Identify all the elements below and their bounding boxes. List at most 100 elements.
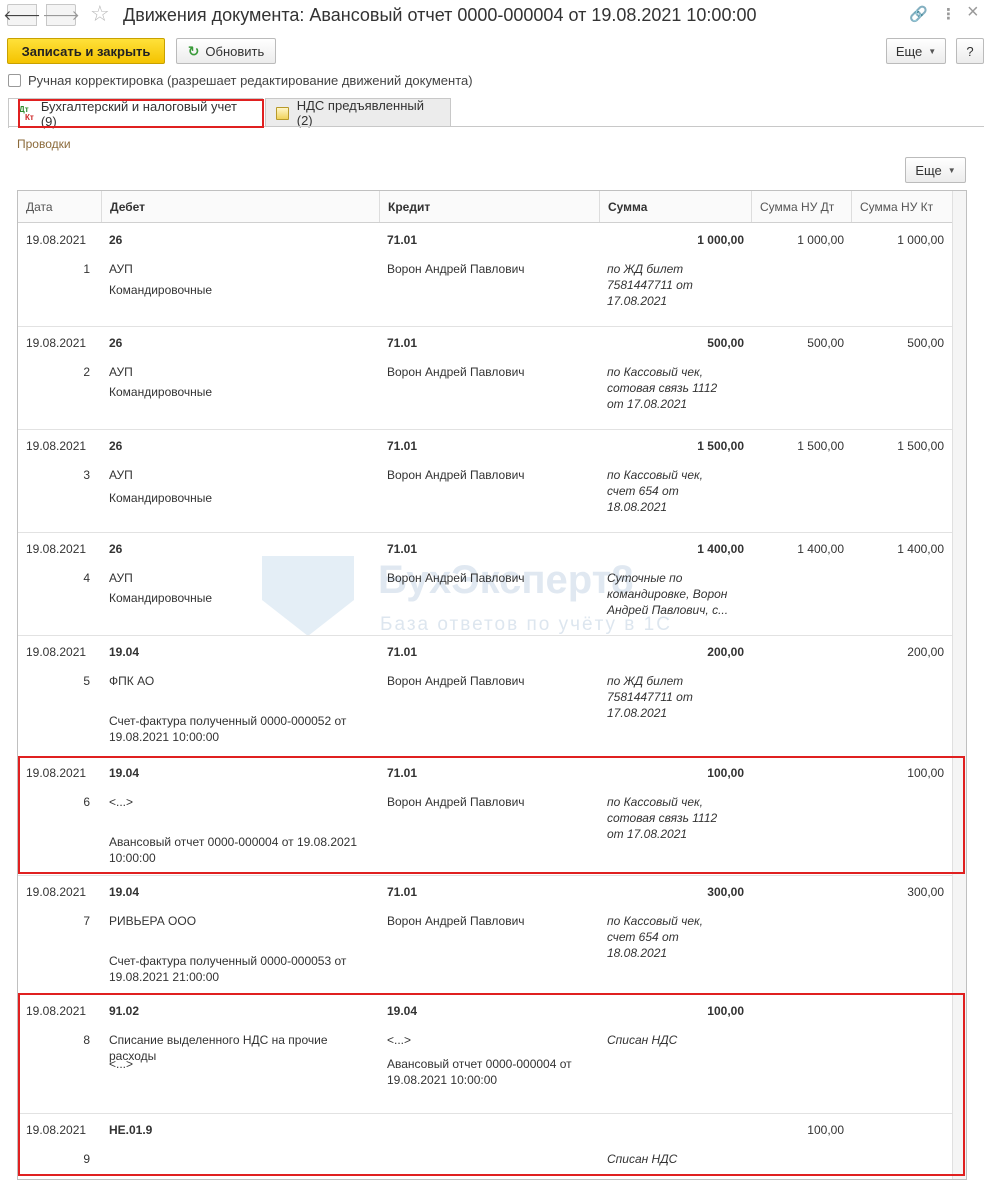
content-cell: по Кассовый чек, сотовая связь 1112 от 1… [607, 795, 718, 841]
debit-account: 26 [109, 439, 123, 453]
refresh-button[interactable]: ↻ Обновить [176, 38, 276, 64]
credit-subconto-1: Ворон Андрей Павлович [387, 571, 525, 585]
table-more-label: Еще [915, 162, 942, 178]
debit-subconto-1: ФПК АО [109, 674, 155, 688]
row-number: 6 [83, 795, 90, 809]
sum-nu-dt-cell: 100,00 [807, 1123, 844, 1137]
row-number: 2 [83, 365, 90, 379]
table-row[interactable]: 19.08.2021 5 19.04 ФПК АО Счет-фактура получ… [18, 636, 952, 757]
more-menu-icon[interactable]: ⋮ [941, 5, 956, 25]
credit-subconto-1: Ворон Андрей Павлович [387, 795, 525, 809]
table-row[interactable]: 19.08.2021 4 26 АУП Командировочные 71.01 Воро… [18, 533, 952, 636]
col-header-sum-nu-dt[interactable]: Сумма НУ Дт [752, 191, 852, 222]
dropdown-caret-icon: ▼ [947, 165, 956, 175]
table-more-button[interactable]: Еще ▼ [905, 157, 966, 183]
debit-account: 19.04 [109, 885, 140, 899]
manual-correction-checkbox[interactable] [8, 74, 21, 87]
link-icon[interactable]: 🔗 [909, 5, 928, 25]
debit-subconto-2: Счет-фактура полученный 0000-000053 от 1… [109, 954, 347, 984]
forward-arrow-icon[interactable]: 🡒 [42, 4, 80, 26]
sum-nu-dt-cell: 1 400,00 [797, 542, 844, 556]
date-cell: 19.08.2021 [26, 766, 87, 780]
debit-account: 19.04 [109, 645, 140, 659]
debit-account: 91.02 [109, 1004, 140, 1018]
row-number: 8 [83, 1033, 90, 1047]
sum-nu-kt-cell: 200,00 [907, 645, 944, 659]
save-and-close-button[interactable]: Записать и закрыть [7, 38, 165, 64]
debit-subconto-1: АУП [109, 468, 133, 482]
sum-cell: 100,00 [707, 766, 744, 780]
debit-subconto-2: Авансовый отчет 0000-000004 от 19.08.202… [109, 835, 358, 865]
postings-table[interactable]: Дата Дебет Кредит Сумма Сумма НУ Дт Сумм… [17, 190, 967, 1180]
row-number: 7 [83, 914, 90, 928]
row-number: 5 [83, 674, 90, 688]
sum-nu-kt-cell: 1 400,00 [897, 542, 944, 556]
date-cell: 19.08.2021 [26, 645, 87, 659]
credit-subconto-1: Ворон Андрей Павлович [387, 365, 525, 379]
debit-subconto-2: Командировочные [109, 591, 213, 605]
sum-nu-dt-cell: 1 500,00 [797, 439, 844, 453]
debit-account: 26 [109, 542, 123, 556]
credit-subconto-1: Ворон Андрей Павлович [387, 262, 525, 276]
credit-subconto-1: Ворон Андрей Павлович [387, 674, 525, 688]
content-cell: Суточные по командировке, Ворон Андрей П… [607, 571, 729, 617]
table-row[interactable]: 19.08.2021 1 26 АУП Командировочные 71.01 Воро… [18, 224, 952, 327]
credit-subconto-1: Ворон Андрей Павлович [387, 468, 525, 482]
content-cell: по ЖД билет 7581447711 от 17.08.2021 [607, 674, 693, 720]
content-cell: по ЖД билет 7581447711 от 17.08.2021 [607, 262, 693, 308]
content-cell: Списан НДС [607, 1033, 678, 1047]
content-cell: по Кассовый чек, счет 654 от 18.08.2021 [607, 468, 704, 514]
date-cell: 19.08.2021 [26, 1123, 87, 1137]
table-row[interactable]: 19.08.2021 7 19.04 РИВЬЕРА ООО Счет-фактура … [18, 876, 952, 995]
table-row[interactable]: 19.08.2021 3 26 АУП Командировочные 71.01 Воро… [18, 430, 952, 533]
sum-cell: 1 000,00 [697, 233, 744, 247]
debit-subconto-1: АУП [109, 571, 133, 585]
refresh-icon: ↻ [187, 42, 200, 59]
debit-subconto-2: Командировочные [109, 491, 213, 505]
col-header-credit[interactable]: Кредит [380, 191, 600, 222]
table-row[interactable]: 19.08.2021 2 26 АУП Командировочные 71.01 Воро… [18, 327, 952, 430]
sum-cell: 1 500,00 [697, 439, 744, 453]
debit-account: 26 [109, 233, 123, 247]
row-number: 9 [83, 1152, 90, 1166]
vertical-scrollbar[interactable] [952, 191, 966, 1179]
sum-cell: 1 400,00 [697, 542, 744, 556]
tab-accounting[interactable]: Дт Кт Бухгалтерский и налоговый учет (9) [8, 98, 263, 129]
dropdown-caret-icon: ▼ [928, 46, 937, 56]
content-cell: по Кассовый чек, счет 654 от 18.08.2021 [607, 914, 704, 960]
credit-account: 71.01 [387, 542, 418, 556]
sum-cell: 100,00 [707, 1004, 744, 1018]
sum-nu-dt-cell: 500,00 [807, 336, 844, 350]
tab-divider [8, 126, 984, 127]
debit-account: 26 [109, 336, 123, 350]
row-number: 3 [83, 468, 90, 482]
manual-correction-row[interactable]: Ручная корректировка (разрешает редактир… [8, 73, 473, 88]
debit-subconto-2: Командировочные [109, 385, 213, 399]
dt-kt-icon: Дт Кт [19, 104, 34, 122]
debit-subconto-1: РИВЬЕРА ООО [109, 914, 197, 928]
sum-nu-kt-cell: 1 000,00 [897, 233, 944, 247]
vat-register-icon [276, 106, 289, 120]
col-header-sum-nu-kt[interactable]: Сумма НУ Кт [852, 191, 952, 222]
col-header-date[interactable]: Дата [18, 191, 102, 222]
debit-subconto-2: Счет-фактура полученный 0000-000052 от 1… [109, 714, 347, 744]
back-arrow-icon[interactable]: 🡐 [3, 4, 41, 26]
help-button[interactable]: ? [956, 38, 984, 64]
col-header-sum[interactable]: Сумма [600, 191, 752, 222]
credit-account: 71.01 [387, 766, 418, 780]
help-label: ? [966, 43, 974, 59]
credit-subconto-1: <...> [387, 1033, 412, 1047]
col-header-debit[interactable]: Дебет [102, 191, 380, 222]
section-title: Проводки [17, 137, 71, 151]
close-icon[interactable]: × [967, 2, 979, 22]
credit-account: 19.04 [387, 1004, 418, 1018]
content-cell: по Кассовый чек, сотовая связь 1112 от 1… [607, 365, 718, 411]
favorite-star-icon[interactable]: ☆ [90, 2, 110, 26]
table-header: Дата Дебет Кредит Сумма Сумма НУ Дт Сумм… [18, 191, 952, 223]
table-row[interactable]: 19.08.2021 8 91.02 Списание выделенного НДС… [18, 995, 952, 1114]
more-button[interactable]: Еще ▼ [886, 38, 946, 64]
table-row[interactable]: 19.08.2021 6 19.04 <...> Авансовый отчет 000… [18, 757, 952, 876]
tab-vat[interactable]: НДС предъявленный (2) [265, 98, 451, 128]
credit-account: 71.01 [387, 885, 418, 899]
table-row[interactable]: 19.08.2021 9 НЕ.01.9 100,00 Списан НДС [18, 1114, 952, 1179]
